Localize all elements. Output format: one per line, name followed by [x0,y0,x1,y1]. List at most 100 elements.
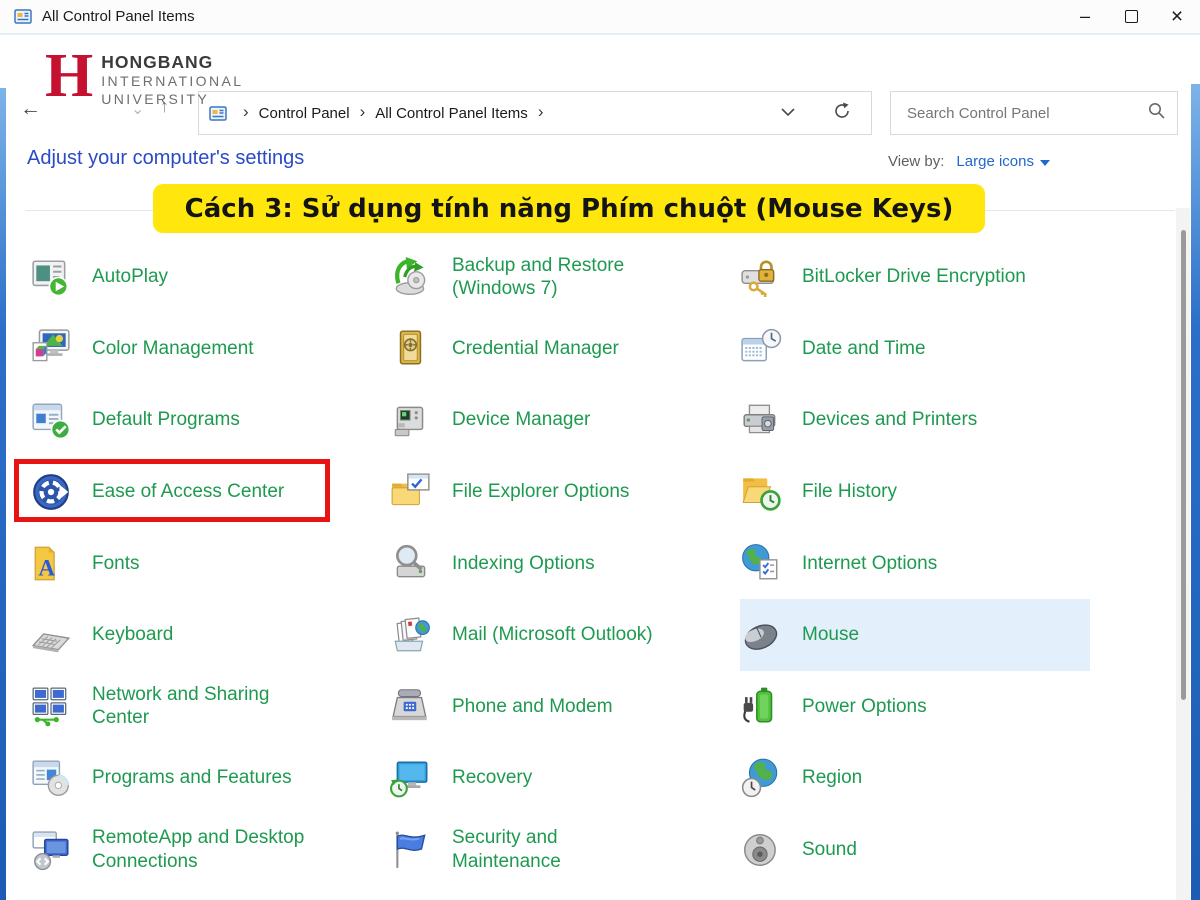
control-panel-item[interactable]: Mouse [740,599,1090,671]
control-panel-item[interactable]: File History [740,456,1090,528]
chevron-down-icon[interactable] [1040,160,1050,166]
control-panel-item[interactable]: Internet Options [740,527,1090,599]
phone-modem-icon [390,685,432,727]
control-panel-item[interactable]: Recovery [390,742,740,814]
control-panel-item[interactable]: Keyboard [30,599,390,671]
control-panel-item[interactable]: RemoteApp and Desktop Connections [30,814,390,886]
control-panel-item[interactable]: Network and Sharing Center [30,671,390,743]
programs-features-icon [30,757,72,799]
item-label: File Explorer Options [452,480,629,503]
item-label: Color Management [92,337,254,360]
device-manager-icon [390,399,432,441]
control-panel-item[interactable]: Indexing Options [390,527,740,599]
page-title: Adjust your computer's settings [27,147,304,170]
address-dropdown-icon[interactable] [781,104,795,122]
item-label: Region [802,766,862,789]
breadcrumb-control-panel[interactable]: Control Panel [259,105,350,122]
control-panel-item[interactable]: Ease of Access Center [30,456,390,528]
maximize-button[interactable] [1108,0,1154,33]
window-border-right [1191,84,1200,900]
item-label: Phone and Modem [452,695,613,718]
search-input[interactable] [905,104,1148,123]
breadcrumb-all-items[interactable]: All Control Panel Items [375,105,528,122]
item-label: Internet Options [802,552,937,575]
window-border-left [0,88,6,900]
control-panel-app-icon [14,8,32,25]
control-panel-item[interactable]: Region [740,742,1090,814]
control-panel-item[interactable]: File Explorer Options [390,456,740,528]
search-icon[interactable] [1148,102,1165,124]
view-by-value[interactable]: Large icons [956,153,1034,170]
default-programs-icon [30,399,72,441]
color-management-icon [30,327,72,369]
view-by-label: View by: [888,153,944,170]
control-panel-item[interactable]: AFonts [30,527,390,599]
control-panel-item[interactable]: Devices and Printers [740,384,1090,456]
power-options-icon [740,685,782,727]
back-button[interactable]: ← [20,97,41,121]
mouse-icon [740,614,782,656]
control-panel-item[interactable]: BitLocker Drive Encryption [740,241,1090,313]
recovery-icon [390,757,432,799]
close-button[interactable]: × [1154,0,1200,33]
control-panel-item[interactable]: Default Programs [30,384,390,456]
item-label: Security and Maintenance [452,826,670,872]
control-panel-item[interactable]: Device Manager [390,384,740,456]
item-label: RemoteApp and Desktop Connections [92,826,320,872]
item-label: Backup and Restore (Windows 7) [452,254,670,300]
item-label: Device Manager [452,408,590,431]
item-label: Power Options [802,695,927,718]
fonts-icon: A [30,542,72,584]
item-label: Keyboard [92,623,173,646]
annotation-caption-text: Cách 3: Sử dụng tính năng Phím chuột (Mo… [185,194,954,224]
view-by-control[interactable]: View by: Large icons [888,153,1050,170]
file-explorer-options-icon [390,471,432,513]
item-label: Date and Time [802,337,926,360]
breadcrumb-chevron-icon: › [350,102,376,124]
control-panel-item[interactable]: Power Options [740,671,1090,743]
control-panel-item[interactable]: Mail (Microsoft Outlook) [390,599,740,671]
logo-line3: UNIVERSITY [101,90,243,108]
mail-icon [390,614,432,656]
control-panel-item[interactable]: AutoPlay [30,241,390,313]
items-grid: AutoPlay Backup and Restore (Windows 7) Bi… [30,241,1090,885]
item-label: Network and Sharing Center [92,683,320,729]
address-bar[interactable]: › Control Panel › All Control Panel Item… [198,91,872,135]
network-sharing-icon [30,685,72,727]
item-label: File History [802,480,897,503]
control-panel-item[interactable]: Security and Maintenance [390,814,740,886]
item-label: Mail (Microsoft Outlook) [452,623,653,646]
minimize-button[interactable]: – [1062,0,1108,33]
item-label: Sound [802,838,857,861]
file-history-icon [740,471,782,513]
control-panel-item[interactable]: Sound [740,814,1090,886]
control-panel-window: All Control Panel Items – × ← ⌄ ↑ › Cont… [0,0,1200,900]
control-panel-item[interactable]: Phone and Modem [390,671,740,743]
refresh-icon[interactable] [833,102,851,125]
control-panel-item[interactable]: Color Management [30,313,390,385]
bitlocker-icon [740,256,782,298]
region-icon [740,757,782,799]
credential-manager-icon [390,327,432,369]
item-label: Default Programs [92,408,240,431]
control-panel-item[interactable]: Credential Manager [390,313,740,385]
logo-h-mark: H [45,50,91,102]
item-label: Mouse [802,623,859,646]
window-title: All Control Panel Items [42,8,195,25]
scrollbar-thumb[interactable] [1181,230,1186,700]
item-label: AutoPlay [92,265,168,288]
indexing-options-icon [390,542,432,584]
item-label: BitLocker Drive Encryption [802,265,1026,288]
devices-printers-icon [740,399,782,441]
logo-line2: INTERNATIONAL [101,72,243,90]
control-panel-item[interactable]: Backup and Restore (Windows 7) [390,241,740,313]
search-box[interactable] [890,91,1178,135]
control-panel-item[interactable]: Programs and Features [30,742,390,814]
remoteapp-connections-icon [30,829,72,871]
vertical-scrollbar[interactable] [1176,208,1190,900]
date-time-icon [740,327,782,369]
autoplay-icon [30,256,72,298]
internet-options-icon [740,542,782,584]
item-label: Ease of Access Center [92,480,284,503]
control-panel-item[interactable]: Date and Time [740,313,1090,385]
